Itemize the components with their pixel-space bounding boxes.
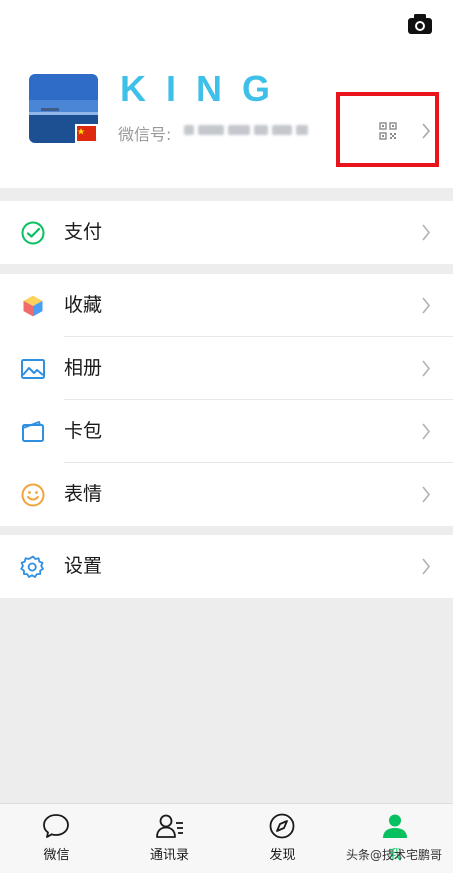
- cube-icon: [22, 294, 44, 318]
- camera-icon[interactable]: [406, 12, 434, 36]
- wallet-icon: [22, 421, 44, 442]
- tab-contacts[interactable]: 通讯录: [113, 804, 226, 873]
- tab-label: 发现: [269, 848, 296, 863]
- compass-icon: [269, 813, 295, 839]
- tab-label: 微信: [43, 848, 70, 863]
- menu-item-cards[interactable]: 卡包: [0, 400, 453, 463]
- watermark: 头条@技术宅鹏哥: [346, 848, 443, 862]
- tab-label: 通讯录: [149, 848, 189, 863]
- smiley-icon: [21, 483, 45, 507]
- tab-discover[interactable]: 发现: [226, 804, 339, 873]
- menu-item-label: 卡包: [64, 420, 103, 442]
- chevron-right-icon: [422, 558, 431, 575]
- wechat-id-value-blurred: [184, 122, 308, 138]
- qr-highlight-box: [336, 92, 439, 167]
- settings-group: 设置: [0, 535, 453, 598]
- menu-item-pay[interactable]: 支付: [0, 201, 453, 264]
- chevron-right-icon: [422, 224, 431, 241]
- gear-icon: [20, 555, 44, 578]
- menu-item-settings[interactable]: 设置: [0, 535, 453, 598]
- pay-check-icon: [21, 221, 45, 245]
- chevron-right-icon: [422, 297, 431, 314]
- menu-item-stickers[interactable]: 表情: [0, 463, 453, 526]
- avatar[interactable]: [29, 74, 98, 143]
- nickname: KING: [120, 68, 290, 109]
- contacts-icon: [156, 814, 183, 838]
- chevron-right-icon: [422, 360, 431, 377]
- wechat-id-label: 微信号:: [118, 125, 172, 144]
- menu-item-label: 相册: [64, 357, 103, 379]
- menu-item-album[interactable]: 相册: [0, 337, 453, 400]
- menu-item-favorites[interactable]: 收藏: [0, 274, 453, 337]
- features-group: 收藏 相册 卡包 表情: [0, 274, 453, 526]
- menu-item-label: 表情: [64, 483, 103, 505]
- chevron-right-icon: [422, 486, 431, 503]
- image-icon: [21, 359, 45, 379]
- chevron-right-icon: [422, 423, 431, 440]
- menu-item-label: 支付: [64, 221, 103, 243]
- tab-chats[interactable]: 微信: [0, 804, 113, 873]
- person-icon: [383, 814, 407, 838]
- pay-group: 支付: [0, 201, 453, 264]
- chat-bubble-icon: [43, 814, 69, 838]
- menu-item-label: 收藏: [64, 294, 103, 316]
- menu-item-label: 设置: [64, 555, 103, 577]
- profile-header: KING 微信号:: [0, 0, 453, 188]
